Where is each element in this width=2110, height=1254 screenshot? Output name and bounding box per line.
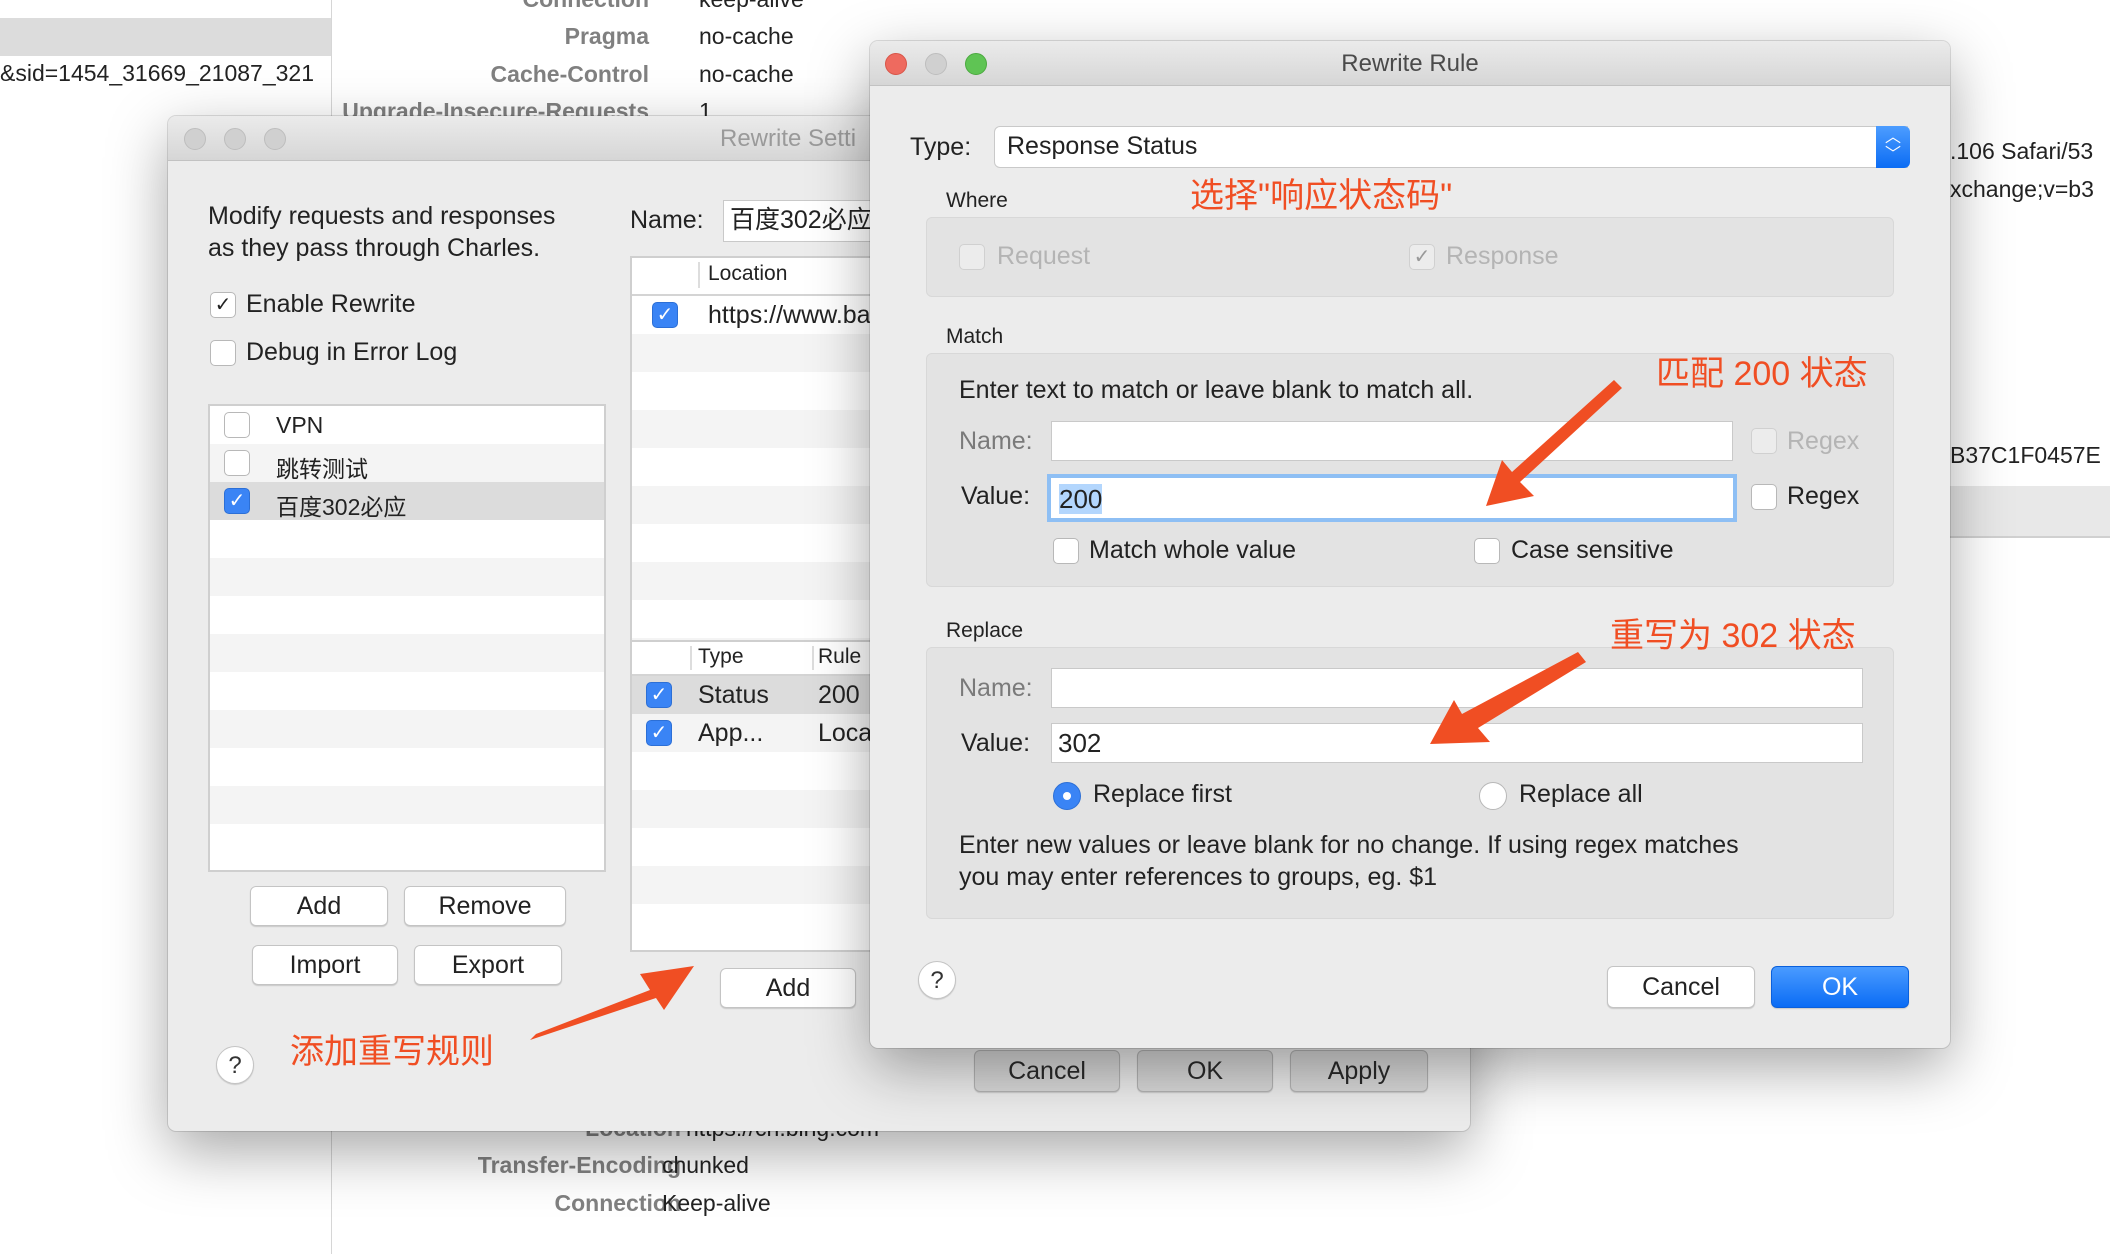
annotation-arrows — [530, 380, 1622, 1040]
arrow-icon — [1430, 652, 1586, 744]
arrow-icon — [1486, 380, 1622, 506]
arrow-icon — [530, 966, 694, 1040]
